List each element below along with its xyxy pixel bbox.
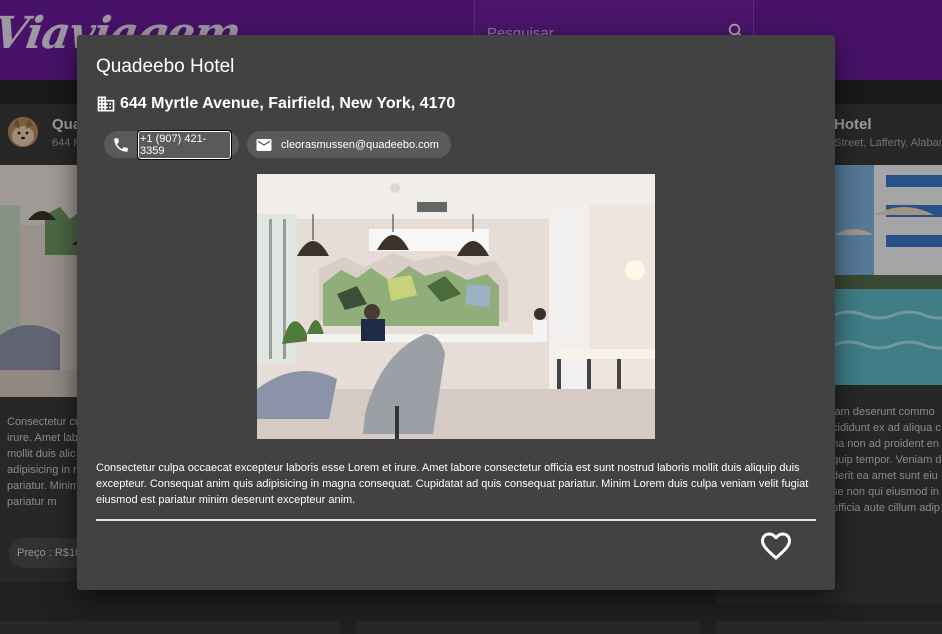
heart-outline-icon[interactable] <box>757 528 795 564</box>
hotel-detail-dialog: Quadeebo Hotel 644 Myrtle Avenue, Fairfi… <box>77 35 835 590</box>
phone-chip[interactable]: +1 (907) 421-3359 <box>104 129 239 160</box>
hotel-address: 644 Myrtle Avenue, Fairfield, New York, … <box>120 95 456 112</box>
building-icon <box>97 96 115 112</box>
email-icon <box>256 138 272 151</box>
address-row: 644 Myrtle Avenue, Fairfield, New York, … <box>96 92 455 116</box>
hotel-photo <box>257 174 655 439</box>
email-address[interactable]: cleorasmussen@quadeebo.com <box>281 139 439 151</box>
email-chip[interactable]: cleorasmussen@quadeebo.com <box>247 131 451 158</box>
hotel-description: Consectetur culpa occaecat excepteur lab… <box>96 462 809 506</box>
divider <box>96 519 816 521</box>
hotel-name: Quadeebo Hotel <box>96 56 235 77</box>
phone-icon <box>114 137 128 152</box>
phone-number[interactable]: +1 (907) 421-3359 <box>137 129 232 160</box>
